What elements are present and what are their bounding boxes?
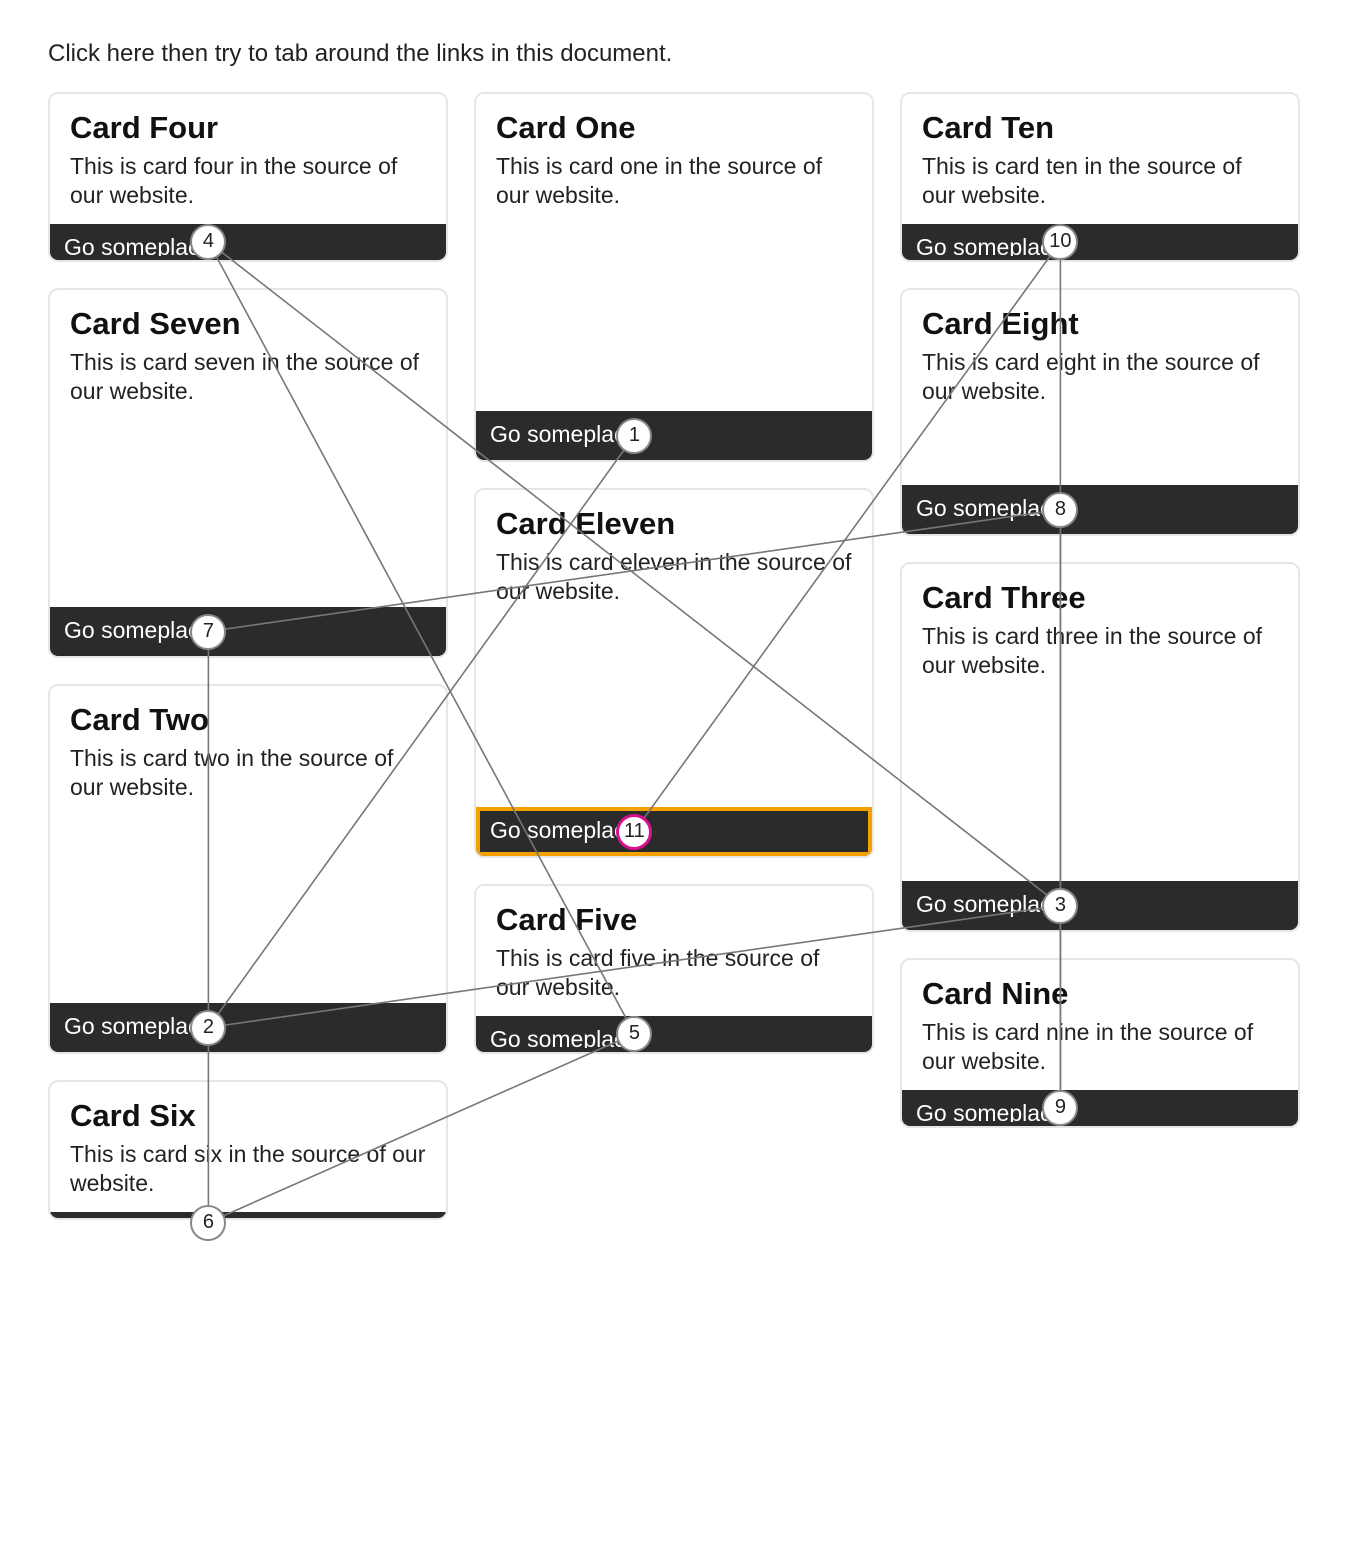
card-eleven: Card Eleven This is card eleven in the s… (474, 488, 874, 858)
card-body: This is card one in the source of our we… (496, 152, 852, 210)
card-body: This is card five in the source of our w… (496, 944, 852, 1002)
card-grid: Card Four This is card four in the sourc… (48, 92, 1299, 1220)
card-ten: Card Ten This is card ten in the source … (900, 92, 1300, 262)
card-title: Card Nine (922, 976, 1278, 1012)
card-two: Card Two This is card two in the source … (48, 684, 448, 1054)
card-title: Card Eleven (496, 506, 852, 542)
card-title: Card Eight (922, 306, 1278, 342)
card-six: Card Six This is card six in the source … (48, 1080, 448, 1220)
go-link-card-two[interactable]: Go someplace (50, 1003, 446, 1052)
card-body: This is card four in the source of our w… (70, 152, 426, 210)
go-link-card-seven[interactable]: Go someplace (50, 607, 446, 656)
card-body: This is card three in the source of our … (922, 622, 1278, 680)
tab-order-badge-7: 7 (190, 614, 226, 650)
card-five: Card Five This is card five in the sourc… (474, 884, 874, 1054)
card-nine: Card Nine This is card nine in the sourc… (900, 958, 1300, 1128)
card-body: This is card eleven in the source of our… (496, 548, 852, 606)
go-link-card-ten[interactable]: Go someplace (902, 224, 1298, 261)
card-eight: Card Eight This is card eight in the sou… (900, 288, 1300, 536)
tab-order-badge-4: 4 (190, 224, 226, 260)
card-title: Card Seven (70, 306, 426, 342)
tab-order-badge-10: 10 (1042, 224, 1078, 260)
card-one: Card One This is card one in the source … (474, 92, 874, 462)
card-title: Card Six (70, 1098, 426, 1134)
card-body: This is card seven in the source of our … (70, 348, 426, 406)
go-link-card-three[interactable]: Go someplace (902, 881, 1298, 930)
tab-order-badge-3: 3 (1042, 888, 1078, 924)
card-title: Card Four (70, 110, 426, 146)
card-body: This is card six in the source of our we… (70, 1140, 426, 1198)
card-body: This is card two in the source of our we… (70, 744, 426, 802)
tab-order-badge-6: 6 (190, 1205, 226, 1241)
card-seven: Card Seven This is card seven in the sou… (48, 288, 448, 658)
card-body: This is card eight in the source of our … (922, 348, 1278, 406)
go-link-card-six[interactable]: Go someplace (50, 1212, 446, 1221)
card-title: Card Three (922, 580, 1278, 616)
tab-order-badge-11: 11 (616, 814, 652, 850)
card-title: Card Two (70, 702, 426, 738)
card-title: Card One (496, 110, 852, 146)
go-link-card-five[interactable]: Go someplace (476, 1016, 872, 1053)
tab-order-badge-8: 8 (1042, 492, 1078, 528)
tab-order-badge-2: 2 (190, 1010, 226, 1046)
card-title: Card Five (496, 902, 852, 938)
card-body: This is card nine in the source of our w… (922, 1018, 1278, 1076)
go-link-card-eleven[interactable]: Go someplace (476, 807, 872, 856)
card-grid-wrap: Card Four This is card four in the sourc… (48, 92, 1299, 1220)
go-link-card-eight[interactable]: Go someplace (902, 485, 1298, 534)
go-link-card-nine[interactable]: Go someplace (902, 1090, 1298, 1127)
intro-text[interactable]: Click here then try to tab around the li… (48, 40, 1299, 68)
go-link-card-one[interactable]: Go someplace (476, 411, 872, 460)
card-title: Card Ten (922, 110, 1278, 146)
card-three: Card Three This is card three in the sou… (900, 562, 1300, 932)
tab-order-badge-5: 5 (616, 1016, 652, 1052)
card-four: Card Four This is card four in the sourc… (48, 92, 448, 262)
tab-order-badge-1: 1 (616, 418, 652, 454)
card-body: This is card ten in the source of our we… (922, 152, 1278, 210)
tab-order-badge-9: 9 (1042, 1090, 1078, 1126)
go-link-card-four[interactable]: Go someplace (50, 224, 446, 261)
